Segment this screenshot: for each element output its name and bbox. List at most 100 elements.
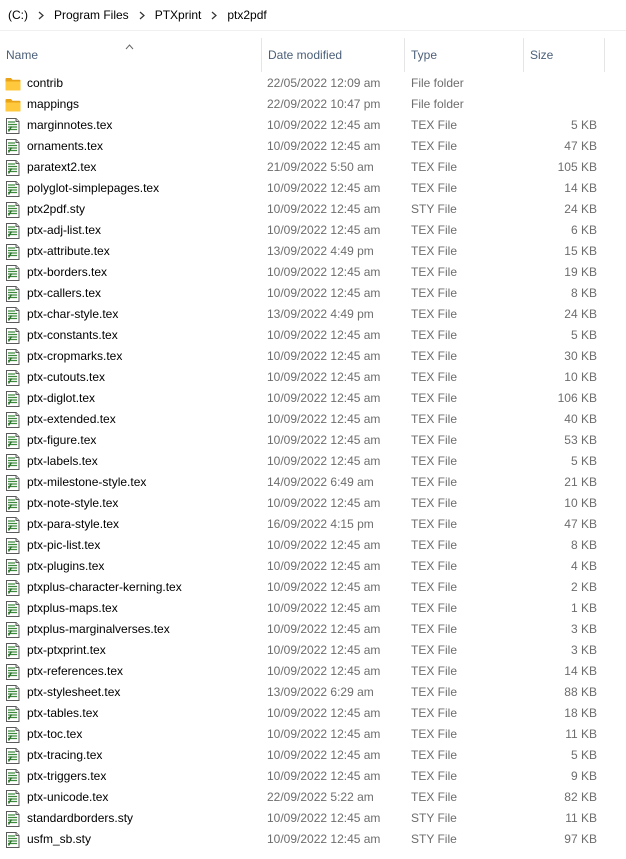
file-name: ptx-diglot.tex bbox=[27, 391, 96, 405]
chevron-right-icon[interactable] bbox=[34, 11, 48, 20]
file-type: TEX File bbox=[411, 475, 458, 489]
file-row[interactable]: ptx2pdf.sty 10/09/2022 12:45 am STY File 24… bbox=[0, 199, 626, 220]
file-row[interactable]: ptx-references.tex 10/09/2022 12:45 am TEX… bbox=[0, 661, 626, 682]
column-header-date[interactable]: Date modified bbox=[262, 38, 405, 72]
file-name: ptx-cutouts.tex bbox=[27, 370, 106, 384]
file-row[interactable]: ptxplus-character-kerning.tex 10/09/2022 … bbox=[0, 577, 626, 598]
file-name: ptx-borders.tex bbox=[27, 265, 108, 279]
file-row[interactable]: paratext2.tex 21/09/2022 5:50 am TEX File 1… bbox=[0, 157, 626, 178]
file-row[interactable]: ptx-adj-list.tex 10/09/2022 12:45 am TEX F… bbox=[0, 220, 626, 241]
breadcrumb-ptxprint[interactable]: PTXprint bbox=[149, 8, 208, 22]
file-date-modified: 10/09/2022 12:45 am bbox=[267, 286, 381, 300]
file-row[interactable]: ptxplus-maps.tex 10/09/2022 12:45 am TEX F… bbox=[0, 598, 626, 619]
column-header-row: Name Date modified Type Size bbox=[0, 38, 626, 72]
file-date-modified: 10/09/2022 12:45 am bbox=[267, 748, 381, 762]
file-name: ptx-stylesheet.tex bbox=[27, 685, 121, 699]
tex-file-icon bbox=[5, 556, 23, 577]
file-row[interactable]: ptx-ptxprint.tex 10/09/2022 12:45 am TEX F… bbox=[0, 640, 626, 661]
tex-file-icon bbox=[5, 493, 23, 514]
file-name: ptx-note-style.tex bbox=[27, 496, 119, 510]
tex-file-icon bbox=[5, 598, 23, 619]
file-row[interactable]: ptx-toc.tex 10/09/2022 12:45 am TEX File 11… bbox=[0, 724, 626, 745]
file-row[interactable]: ornaments.tex 10/09/2022 12:45 am TEX File… bbox=[0, 136, 626, 157]
file-size: 11 KB bbox=[565, 727, 597, 741]
file-row[interactable]: marginnotes.tex 10/09/2022 12:45 am TEX Fi… bbox=[0, 115, 626, 136]
column-header-name[interactable]: Name bbox=[0, 38, 262, 72]
file-row[interactable]: ptx-labels.tex 10/09/2022 12:45 am TEX Fil… bbox=[0, 451, 626, 472]
chevron-right-icon[interactable] bbox=[207, 11, 221, 20]
column-header-size[interactable]: Size bbox=[524, 38, 605, 72]
file-row[interactable]: ptx-char-style.tex 13/09/2022 4:49 pm TEX … bbox=[0, 304, 626, 325]
file-size: 4 KB bbox=[570, 559, 597, 573]
file-row[interactable]: ptx-callers.tex 10/09/2022 12:45 am TEX Fi… bbox=[0, 283, 626, 304]
file-row[interactable]: ptx-para-style.tex 16/09/2022 4:15 pm TEX … bbox=[0, 514, 626, 535]
tex-file-icon bbox=[5, 346, 23, 367]
file-row[interactable]: ptx-unicode.tex 22/09/2022 5:22 am TEX Fil… bbox=[0, 787, 626, 808]
file-name: ptx-extended.tex bbox=[27, 412, 116, 426]
file-date-modified: 10/09/2022 12:45 am bbox=[267, 391, 381, 405]
breadcrumb-drive-c[interactable]: (C:) bbox=[2, 8, 34, 22]
file-name: ptx2pdf.sty bbox=[27, 202, 86, 216]
file-row[interactable]: ptx-cropmarks.tex 10/09/2022 12:45 am TEX … bbox=[0, 346, 626, 367]
file-row[interactable]: ptx-pic-list.tex 10/09/2022 12:45 am TEX F… bbox=[0, 535, 626, 556]
file-date-modified: 10/09/2022 12:45 am bbox=[267, 265, 381, 279]
file-row[interactable]: contrib 22/05/2022 12:09 am File folder bbox=[0, 73, 626, 94]
file-date-modified: 10/09/2022 12:45 am bbox=[267, 118, 381, 132]
tex-file-icon bbox=[5, 367, 23, 388]
file-row[interactable]: ptx-note-style.tex 10/09/2022 12:45 am TEX… bbox=[0, 493, 626, 514]
file-row[interactable]: ptx-tables.tex 10/09/2022 12:45 am TEX Fil… bbox=[0, 703, 626, 724]
file-row[interactable]: ptx-milestone-style.tex 14/09/2022 6:49 a… bbox=[0, 472, 626, 493]
file-list: contrib 22/05/2022 12:09 am File folder map… bbox=[0, 73, 626, 850]
file-size: 5 KB bbox=[570, 328, 597, 342]
file-row[interactable]: ptx-triggers.tex 10/09/2022 12:45 am TEX F… bbox=[0, 766, 626, 787]
file-size: 2 KB bbox=[570, 580, 597, 594]
column-header-size-label: Size bbox=[530, 48, 554, 62]
file-type: File folder bbox=[411, 76, 464, 90]
file-row[interactable]: ptx-figure.tex 10/09/2022 12:45 am TEX Fil… bbox=[0, 430, 626, 451]
file-date-modified: 10/09/2022 12:45 am bbox=[267, 139, 381, 153]
file-row[interactable]: ptx-tracing.tex 10/09/2022 12:45 am TEX Fi… bbox=[0, 745, 626, 766]
file-name: ptxplus-marginalverses.tex bbox=[27, 622, 170, 636]
file-row[interactable]: usfm_sb.sty 10/09/2022 12:45 am STY File 97… bbox=[0, 829, 626, 850]
file-date-modified: 13/09/2022 4:49 pm bbox=[267, 307, 374, 321]
breadcrumb-program-files[interactable]: Program Files bbox=[48, 8, 135, 22]
tex-file-icon bbox=[5, 409, 23, 430]
file-row[interactable]: ptx-diglot.tex 10/09/2022 12:45 am TEX Fil… bbox=[0, 388, 626, 409]
file-size: 19 KB bbox=[564, 265, 597, 279]
file-date-modified: 10/09/2022 12:45 am bbox=[267, 769, 381, 783]
file-row[interactable]: ptx-stylesheet.tex 13/09/2022 6:29 am TEX … bbox=[0, 682, 626, 703]
file-row[interactable]: ptx-extended.tex 10/09/2022 12:45 am TEX F… bbox=[0, 409, 626, 430]
breadcrumb-ptx2pdf[interactable]: ptx2pdf bbox=[221, 8, 272, 22]
file-row[interactable]: ptx-borders.tex 10/09/2022 12:45 am TEX Fi… bbox=[0, 262, 626, 283]
file-size: 24 KB bbox=[564, 307, 597, 321]
column-header-type[interactable]: Type bbox=[405, 38, 524, 72]
file-date-modified: 10/09/2022 12:45 am bbox=[267, 202, 381, 216]
file-row[interactable]: standardborders.sty 10/09/2022 12:45 am ST… bbox=[0, 808, 626, 829]
file-type: TEX File bbox=[411, 139, 458, 153]
file-type: TEX File bbox=[411, 265, 458, 279]
file-name: ptx-figure.tex bbox=[27, 433, 97, 447]
file-size: 24 KB bbox=[564, 202, 597, 216]
file-size: 47 KB bbox=[564, 139, 597, 153]
file-row[interactable]: ptx-plugins.tex 10/09/2022 12:45 am TEX Fi… bbox=[0, 556, 626, 577]
file-type: TEX File bbox=[411, 601, 458, 615]
file-row[interactable]: ptx-cutouts.tex 10/09/2022 12:45 am TEX Fi… bbox=[0, 367, 626, 388]
file-row[interactable]: mappings 22/09/2022 10:47 pm File folder bbox=[0, 94, 626, 115]
file-row[interactable]: ptx-attribute.tex 13/09/2022 4:49 pm TEX F… bbox=[0, 241, 626, 262]
file-date-modified: 10/09/2022 12:45 am bbox=[267, 727, 381, 741]
file-size: 14 KB bbox=[564, 181, 597, 195]
chevron-right-icon[interactable] bbox=[135, 11, 149, 20]
tex-file-icon bbox=[5, 283, 23, 304]
file-size: 6 KB bbox=[570, 223, 597, 237]
file-row[interactable]: polyglot-simplepages.tex 10/09/2022 12:45… bbox=[0, 178, 626, 199]
tex-file-icon bbox=[5, 661, 23, 682]
file-name: ptxplus-maps.tex bbox=[27, 601, 118, 615]
file-type: TEX File bbox=[411, 538, 458, 552]
file-date-modified: 10/09/2022 12:45 am bbox=[267, 223, 381, 237]
file-name: ptx-para-style.tex bbox=[27, 517, 120, 531]
file-name: ptx-attribute.tex bbox=[27, 244, 110, 258]
tex-file-icon bbox=[5, 640, 23, 661]
file-row[interactable]: ptxplus-marginalverses.tex 10/09/2022 12:… bbox=[0, 619, 626, 640]
file-row[interactable]: ptx-constants.tex 10/09/2022 12:45 am TEX … bbox=[0, 325, 626, 346]
tex-file-icon bbox=[5, 619, 23, 640]
